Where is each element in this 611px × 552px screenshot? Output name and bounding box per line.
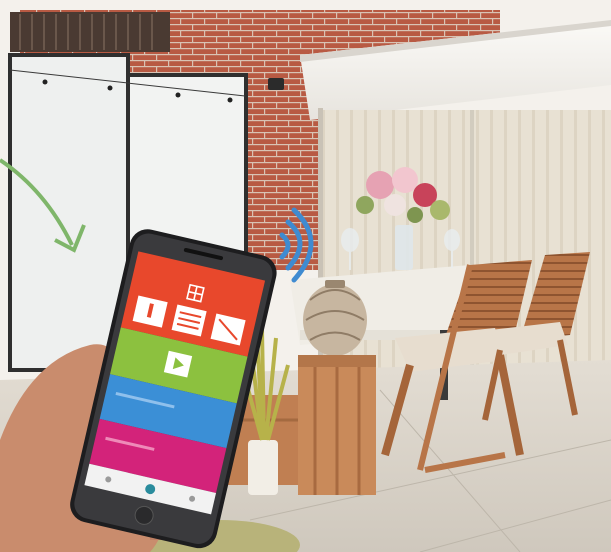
wooden-crate	[298, 355, 376, 495]
balcony-rail	[10, 12, 170, 52]
patio-photo	[0, 0, 611, 552]
wall-lamp	[268, 78, 284, 90]
